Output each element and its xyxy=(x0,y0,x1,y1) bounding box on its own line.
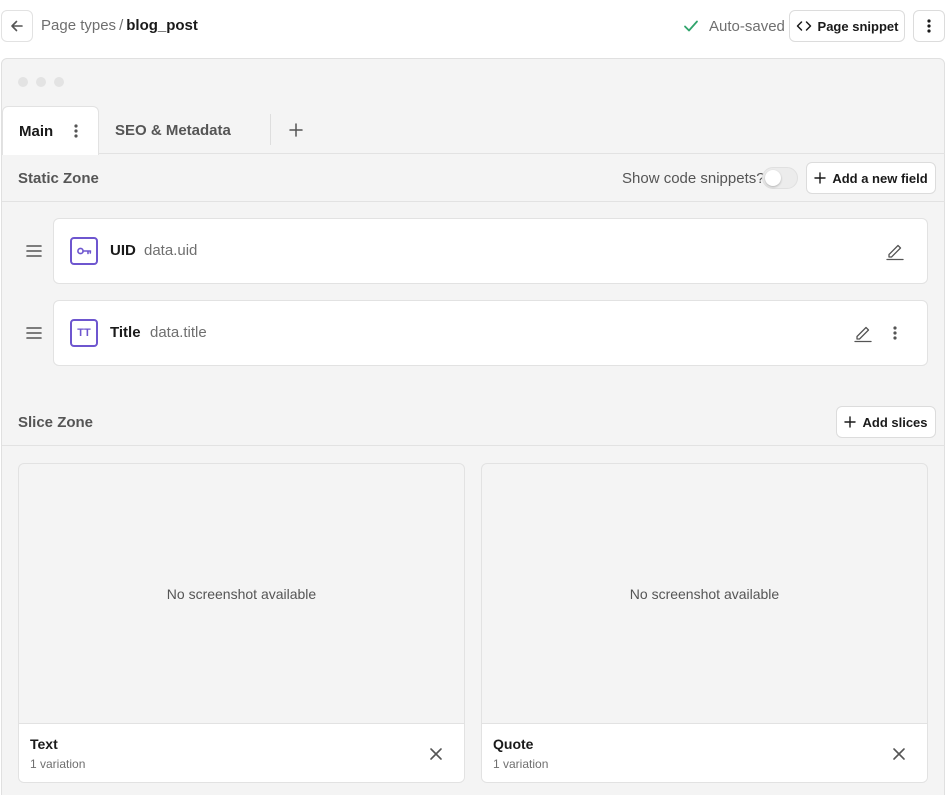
slice-variation-count: 1 variation xyxy=(493,757,549,771)
slice-name: Text xyxy=(30,736,58,752)
page-snippet-label: Page snippet xyxy=(817,18,899,34)
field-card[interactable]: TT Title data.title xyxy=(53,300,928,366)
more-vertical-icon xyxy=(893,326,897,340)
plus-icon xyxy=(814,172,827,184)
static-zone-title: Static Zone xyxy=(18,170,99,187)
add-tab-button[interactable] xyxy=(285,119,307,141)
slice-preview-placeholder: No screenshot available xyxy=(166,585,317,602)
field-card[interactable]: UID data.uid xyxy=(53,218,928,284)
pencil-icon xyxy=(886,244,904,261)
page-snippet-button[interactable]: Page snippet xyxy=(789,10,905,42)
tab-bar: Main SEO & Metadata xyxy=(2,106,945,155)
window-dot xyxy=(54,77,64,87)
back-button[interactable] xyxy=(1,10,33,42)
drag-handle[interactable] xyxy=(25,324,43,342)
autosave-status: Auto-saved xyxy=(682,17,785,35)
title-icon: TT xyxy=(70,319,98,347)
add-slices-button[interactable]: Add slices xyxy=(836,406,936,438)
drag-handle-icon xyxy=(26,245,42,257)
slice-footer: Text 1 variation xyxy=(19,723,464,782)
tab-seo-metadata[interactable]: SEO & Metadata xyxy=(115,106,270,154)
field-row-uid: UID data.uid xyxy=(2,218,945,284)
remove-slice-button[interactable] xyxy=(889,744,909,764)
add-field-label: Add a new field xyxy=(832,170,928,186)
remove-slice-button[interactable] xyxy=(426,744,446,764)
more-vertical-icon xyxy=(74,124,78,138)
field-row-title: TT Title data.title xyxy=(2,300,945,366)
drag-handle-icon xyxy=(26,327,42,339)
tab-main[interactable]: Main xyxy=(2,106,99,155)
edit-field-button[interactable] xyxy=(885,241,905,261)
code-icon xyxy=(796,21,811,31)
field-options-button[interactable] xyxy=(885,323,905,343)
tab-divider xyxy=(270,114,271,145)
breadcrumb-separator: / xyxy=(119,17,124,34)
show-snippets-label: Show code snippets? xyxy=(622,170,765,187)
breadcrumb-parent[interactable]: Page types xyxy=(41,17,116,34)
field-name: Title xyxy=(110,324,141,341)
window-controls xyxy=(18,77,64,87)
close-icon xyxy=(430,748,442,760)
field-api-key: data.uid xyxy=(144,242,198,259)
tab-options-button[interactable] xyxy=(68,123,84,139)
add-field-button[interactable]: Add a new field xyxy=(806,162,936,194)
check-icon xyxy=(684,20,698,32)
tab-main-label: Main xyxy=(19,122,54,140)
breadcrumb-current: blog_post xyxy=(126,17,198,34)
slice-variation-count: 1 variation xyxy=(30,757,86,771)
plus-icon xyxy=(844,416,857,428)
close-icon xyxy=(893,748,905,760)
breadcrumb: Page types / blog_post xyxy=(41,17,198,34)
arrow-left-icon xyxy=(11,20,23,32)
pencil-icon xyxy=(854,326,872,343)
field-api-key: data.title xyxy=(150,324,207,341)
more-options-button[interactable] xyxy=(913,10,945,42)
slice-preview: No screenshot available xyxy=(19,464,464,723)
window-dot xyxy=(18,77,28,87)
tab-seo-label: SEO & Metadata xyxy=(115,121,231,139)
add-slices-label: Add slices xyxy=(862,414,928,430)
key-icon xyxy=(70,237,98,265)
edit-field-button[interactable] xyxy=(853,323,873,343)
static-zone-header: Static Zone Show code snippets? Add a ne… xyxy=(2,154,945,202)
autosave-label: Auto-saved xyxy=(709,17,785,35)
slice-card[interactable]: No screenshot available Quote 1 variatio… xyxy=(481,463,928,783)
field-name: UID xyxy=(110,242,136,259)
toggle-knob xyxy=(765,170,781,186)
slice-name: Quote xyxy=(493,736,534,752)
window-dot xyxy=(36,77,46,87)
builder-frame: Main SEO & Metadata Static Zone Show cod… xyxy=(1,58,945,795)
top-bar: Page types / blog_post Auto-saved Page sni… xyxy=(0,0,951,52)
slice-zone-title: Slice Zone xyxy=(18,414,94,431)
slice-preview-placeholder: No screenshot available xyxy=(629,585,780,602)
slice-zone-header: Slice Zone Add slices xyxy=(2,398,945,446)
slice-footer: Quote 1 variation xyxy=(482,723,927,782)
drag-handle[interactable] xyxy=(25,242,43,260)
plus-icon xyxy=(289,123,303,137)
show-snippets-toggle[interactable] xyxy=(762,167,798,189)
more-vertical-icon xyxy=(927,19,931,33)
slice-preview: No screenshot available xyxy=(482,464,927,723)
slice-card[interactable]: No screenshot available Text 1 variation xyxy=(18,463,465,783)
